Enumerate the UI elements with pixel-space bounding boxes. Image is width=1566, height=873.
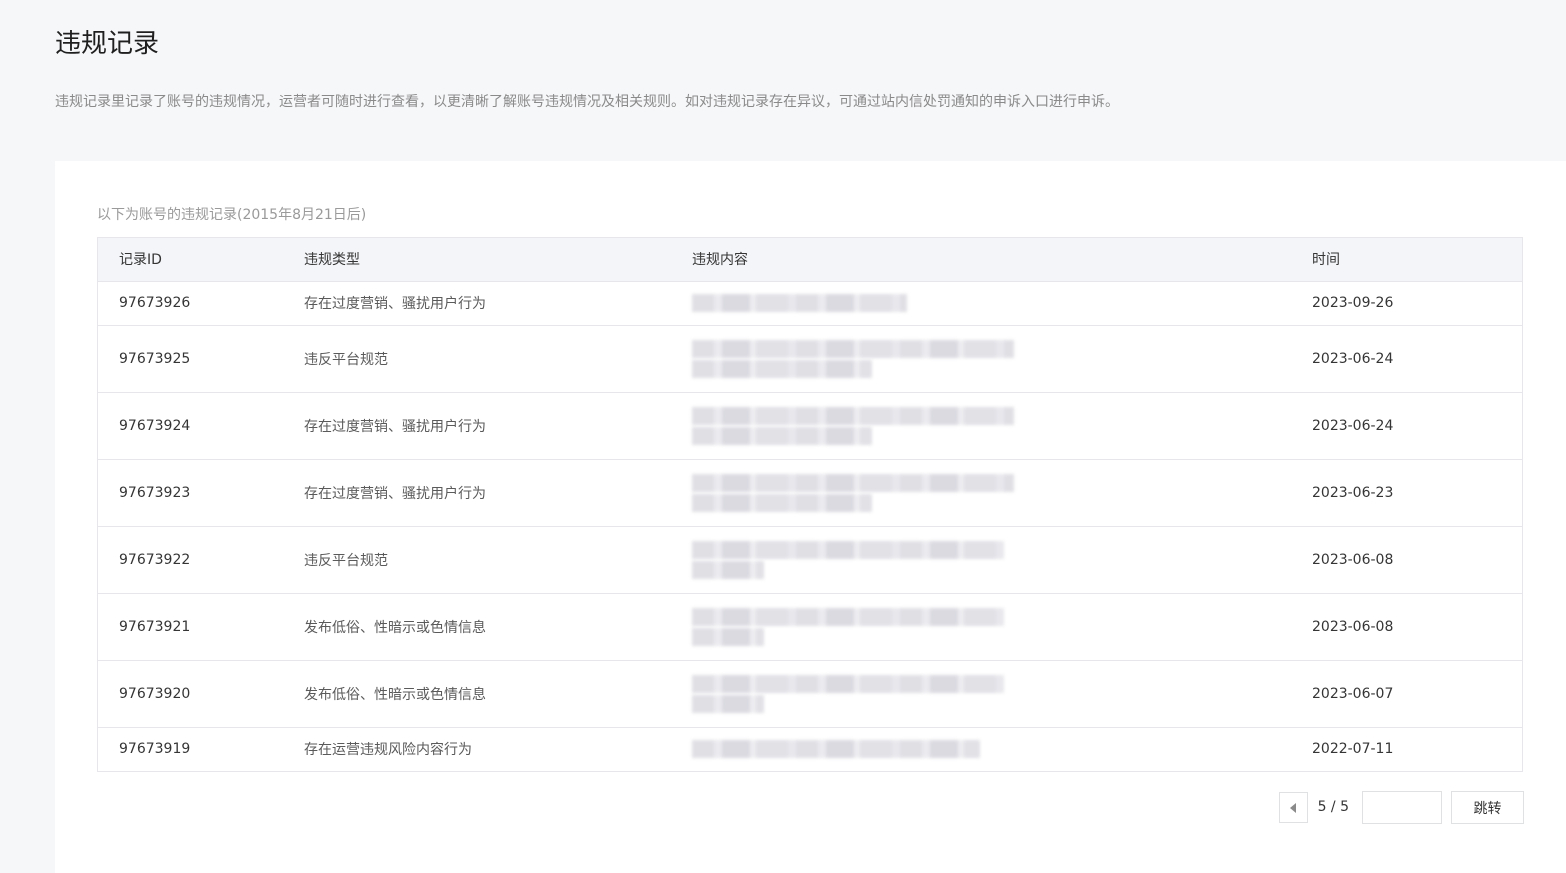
record-time: 2023-06-24 — [1291, 325, 1522, 393]
records-table-wrap: 记录ID 违规类型 违规内容 时间 97673926 存在过度营销、骚扰用户行为… — [97, 237, 1523, 772]
jump-button[interactable]: 跳转 — [1451, 791, 1524, 824]
table-row: 97673926 存在过度营销、骚扰用户行为 2023-09-26 — [98, 281, 1522, 326]
violation-type: 违反平台规范 — [283, 325, 671, 393]
page-number-input[interactable] — [1362, 791, 1442, 824]
record-time: 2023-06-24 — [1291, 392, 1522, 460]
record-id: 97673923 — [98, 459, 283, 527]
violation-content-redacted — [671, 727, 1291, 771]
table-row: 97673923 存在过度营销、骚扰用户行为 2023-06-23 — [98, 459, 1522, 527]
violation-type: 发布低俗、性暗示或色情信息 — [283, 593, 671, 661]
record-id: 97673921 — [98, 593, 283, 661]
prev-page-button[interactable] — [1278, 792, 1308, 823]
violation-content-redacted — [671, 526, 1291, 594]
table-row: 97673920 发布低俗、性暗示或色情信息 2023-06-07 — [98, 660, 1522, 728]
record-id: 97673925 — [98, 325, 283, 393]
table-row: 97673921 发布低俗、性暗示或色情信息 2023-06-08 — [98, 593, 1522, 661]
record-time: 2023-06-08 — [1291, 593, 1522, 661]
table-row: 97673919 存在运营违规风险内容行为 2022-07-11 — [98, 727, 1522, 771]
record-time: 2023-09-26 — [1291, 281, 1522, 326]
chevron-left-icon — [1290, 802, 1297, 813]
column-header-type: 违规类型 — [283, 238, 671, 282]
violation-content-redacted — [671, 660, 1291, 728]
record-id: 97673926 — [98, 281, 283, 326]
record-id: 97673924 — [98, 392, 283, 460]
violation-type: 存在过度营销、骚扰用户行为 — [283, 392, 671, 460]
violation-content-redacted — [671, 281, 1291, 326]
violation-content-redacted — [671, 593, 1291, 661]
record-id: 97673920 — [98, 660, 283, 728]
violation-type: 存在过度营销、骚扰用户行为 — [283, 459, 671, 527]
record-time: 2023-06-07 — [1291, 660, 1522, 728]
column-header-time: 时间 — [1291, 238, 1522, 282]
records-table: 记录ID 违规类型 违规内容 时间 97673926 存在过度营销、骚扰用户行为… — [98, 238, 1522, 771]
record-time: 2023-06-08 — [1291, 526, 1522, 594]
table-row: 97673925 违反平台规范 2023-06-24 — [98, 325, 1522, 393]
table-caption: 以下为账号的违规记录(2015年8月21日后) — [97, 207, 367, 223]
page-description: 违规记录里记录了账号的违规情况，运营者可随时进行查看，以更清晰了解账号违规情况及… — [55, 94, 1119, 110]
page-title: 违规记录 — [55, 29, 160, 59]
record-time: 2023-06-23 — [1291, 459, 1522, 527]
table-header-row: 记录ID 违规类型 违规内容 时间 — [98, 238, 1522, 282]
page: 违规记录 违规记录里记录了账号的违规情况，运营者可随时进行查看，以更清晰了解账号… — [0, 0, 1566, 873]
record-id: 97673919 — [119, 741, 191, 758]
records-card: 以下为账号的违规记录(2015年8月21日后) 记录ID 违规类型 违规内容 时… — [55, 161, 1566, 873]
violation-content-redacted — [671, 459, 1291, 527]
table-row: 97673922 违反平台规范 2023-06-08 — [98, 526, 1522, 594]
violation-content-redacted — [671, 325, 1291, 393]
violation-type: 存在运营违规风险内容行为 — [304, 742, 472, 759]
violation-type: 存在过度营销、骚扰用户行为 — [283, 281, 671, 326]
table-row: 97673924 存在过度营销、骚扰用户行为 2023-06-24 — [98, 392, 1522, 460]
violation-content-redacted — [671, 392, 1291, 460]
page-indicator: 5 / 5 — [1317, 799, 1349, 815]
column-header-content: 违规内容 — [671, 238, 1291, 282]
pagination: 5 / 5 跳转 — [1278, 791, 1524, 824]
violation-type: 发布低俗、性暗示或色情信息 — [283, 660, 671, 728]
record-id: 97673922 — [98, 526, 283, 594]
column-header-id: 记录ID — [98, 238, 283, 282]
violation-type: 违反平台规范 — [283, 526, 671, 594]
record-time: 2022-07-11 — [1312, 741, 1394, 758]
